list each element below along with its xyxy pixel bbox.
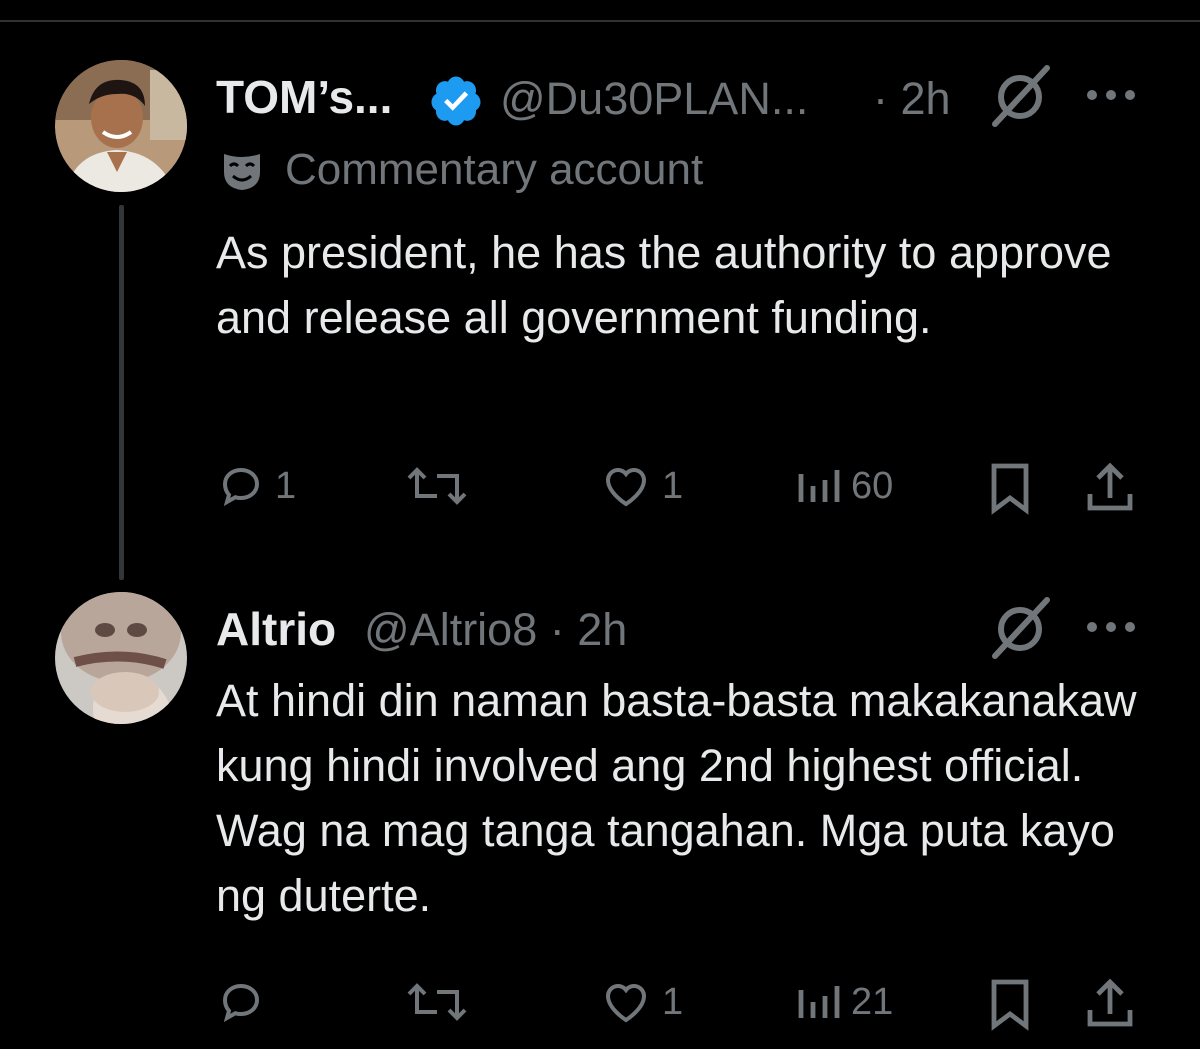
- like-button[interactable]: 1: [600, 462, 683, 510]
- retweet-button[interactable]: [405, 978, 479, 1026]
- retweet-button[interactable]: [405, 462, 479, 510]
- display-name[interactable]: Altrio: [216, 606, 336, 652]
- reply-count: 1: [275, 464, 297, 507]
- avatar[interactable]: [55, 592, 187, 724]
- user-handle[interactable]: @Altrio8 · 2h: [364, 607, 627, 652]
- bookmark-icon[interactable]: [986, 460, 1034, 516]
- more-options-icon[interactable]: [1084, 619, 1138, 635]
- like-count: 1: [662, 980, 684, 1023]
- grok-icon[interactable]: [987, 62, 1055, 130]
- reply-button[interactable]: [217, 978, 275, 1026]
- views-button[interactable]: 21: [795, 978, 893, 1026]
- reply-icon: [222, 983, 260, 1023]
- grok-icon[interactable]: [987, 594, 1055, 662]
- heart-icon: [605, 468, 647, 507]
- display-name[interactable]: TOM’s...: [216, 74, 392, 120]
- user-handle[interactable]: @Du30PLAN...: [500, 76, 808, 121]
- commentary-account-label: Commentary account: [285, 145, 704, 194]
- like-button[interactable]: 1: [600, 978, 683, 1026]
- reply-icon: [222, 467, 260, 507]
- heart-icon: [605, 984, 647, 1023]
- views-icon: [798, 470, 840, 502]
- views-button[interactable]: 60: [795, 462, 893, 510]
- timestamp[interactable]: · 2h: [873, 76, 951, 121]
- more-options-icon[interactable]: [1084, 87, 1138, 103]
- bookmark-icon[interactable]: [986, 976, 1034, 1032]
- share-icon[interactable]: [1082, 460, 1138, 516]
- views-count: 60: [851, 464, 894, 507]
- thread-connector-line: [119, 205, 124, 580]
- retweet-icon: [407, 467, 467, 505]
- avatar[interactable]: [55, 60, 187, 192]
- tweet-text: At hindi din naman basta-basta makakanak…: [216, 675, 1137, 921]
- views-count: 21: [851, 980, 894, 1023]
- commentary-mask-icon: [224, 154, 260, 190]
- top-divider: [0, 20, 1200, 22]
- share-icon[interactable]: [1082, 976, 1138, 1032]
- verified-badge-icon: [431, 76, 481, 126]
- views-icon: [798, 986, 840, 1018]
- tweet-text: As president, he has the authority to ap…: [216, 227, 1112, 343]
- retweet-icon: [407, 983, 467, 1021]
- like-count: 1: [662, 464, 684, 507]
- reply-button[interactable]: 1: [217, 462, 296, 510]
